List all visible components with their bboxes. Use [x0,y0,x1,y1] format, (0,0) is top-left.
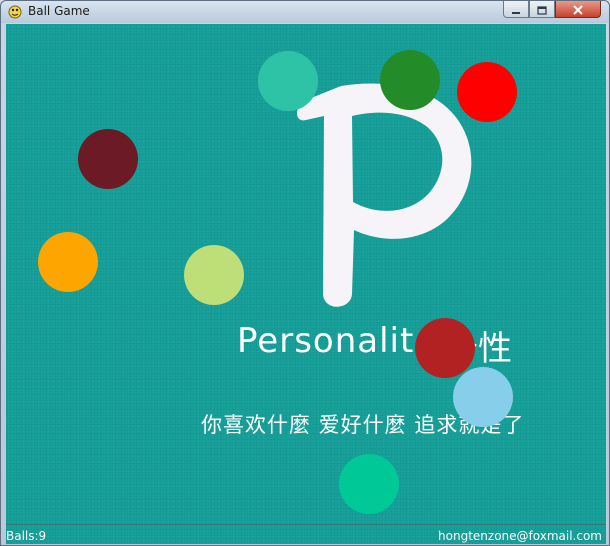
window-title: Ball Game [28,4,90,18]
minimize-icon [511,0,521,19]
game-canvas[interactable]: Personalit 个性 你喜欢什麼 爱好什麼 追求就是了 Balls:9 h… [6,24,606,544]
ball[interactable] [415,318,475,378]
ball[interactable] [339,454,399,514]
ball[interactable] [258,51,318,111]
ball[interactable] [184,245,244,305]
minimize-button[interactable] [503,1,529,18]
close-icon [572,0,584,19]
ball[interactable] [380,50,440,110]
brand-text: Personalit [237,321,415,361]
title-bar[interactable]: Ball Game [1,1,609,23]
maximize-button[interactable] [529,1,555,18]
status-bar: Balls:9 hongtenzone@foxmail.com [6,524,606,544]
maximize-icon [537,0,547,19]
author-email: hongtenzone@foxmail.com [438,529,602,543]
ball[interactable] [78,129,138,189]
close-button[interactable] [555,1,601,18]
ball[interactable] [38,232,98,292]
ball[interactable] [453,367,513,427]
game-window: Ball Game Personalit 个性 你喜欢什麼 爱好什麼 追求就是了 [0,0,610,546]
ball[interactable] [457,62,517,122]
ball-count: Balls:9 [6,529,47,543]
pygame-snake-icon [7,4,23,20]
